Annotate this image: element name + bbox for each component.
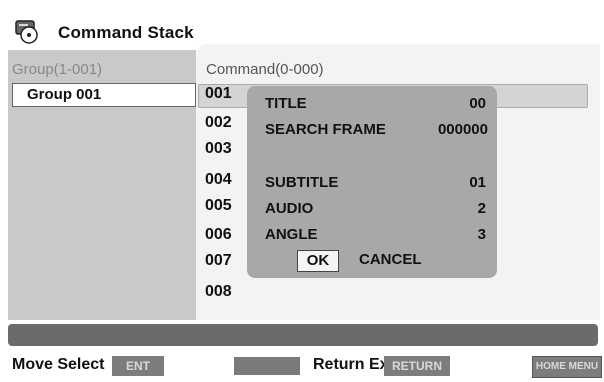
command-column-header: Command(0-000) (206, 61, 324, 78)
angle-field-value[interactable]: 3 (440, 226, 486, 243)
command-row-number[interactable]: 005 (205, 197, 232, 215)
group-item-label: Group 001 (27, 86, 102, 103)
enter-button-icon: ENT (112, 356, 164, 376)
command-row-number[interactable]: 001 (205, 85, 232, 103)
home-menu-button-icon: HOME MENU (532, 356, 602, 378)
command-row-number[interactable]: 002 (205, 114, 232, 132)
title-field-value[interactable]: 00 (440, 95, 486, 112)
command-stack-icon (15, 20, 38, 44)
audio-field-value[interactable]: 2 (440, 200, 486, 217)
subtitle-field-label: SUBTITLE (265, 174, 339, 191)
status-bar (8, 324, 598, 346)
return-button-icon: RETURN (384, 356, 450, 376)
page-title: Command Stack (58, 23, 194, 42)
move-select-hint: Move Select (12, 356, 105, 373)
blank-key-icon (234, 357, 300, 375)
group-list-item[interactable]: Group 001 (12, 83, 196, 107)
title-bar: Command Stack (0, 14, 604, 44)
audio-field-label: AUDIO (265, 200, 314, 217)
title-field-label: TITLE (265, 95, 307, 112)
cancel-button[interactable]: CANCEL (359, 251, 422, 268)
command-row-number[interactable]: 007 (205, 252, 232, 270)
command-stack-screen: Command Stack Group(1-001) Group 001 Com… (0, 0, 604, 382)
ok-button[interactable]: OK (297, 250, 339, 272)
command-row-number[interactable]: 004 (205, 171, 232, 189)
search-frame-field-value[interactable]: 000000 (416, 121, 488, 138)
command-row-number[interactable]: 003 (205, 140, 232, 158)
command-row-number[interactable]: 006 (205, 226, 232, 244)
subtitle-field-value[interactable]: 01 (440, 174, 486, 191)
search-frame-field-label: SEARCH FRAME (265, 121, 386, 138)
group-column-header: Group(1-001) (12, 61, 103, 78)
command-row-number[interactable]: 008 (205, 283, 232, 301)
angle-field-label: ANGLE (265, 226, 318, 243)
